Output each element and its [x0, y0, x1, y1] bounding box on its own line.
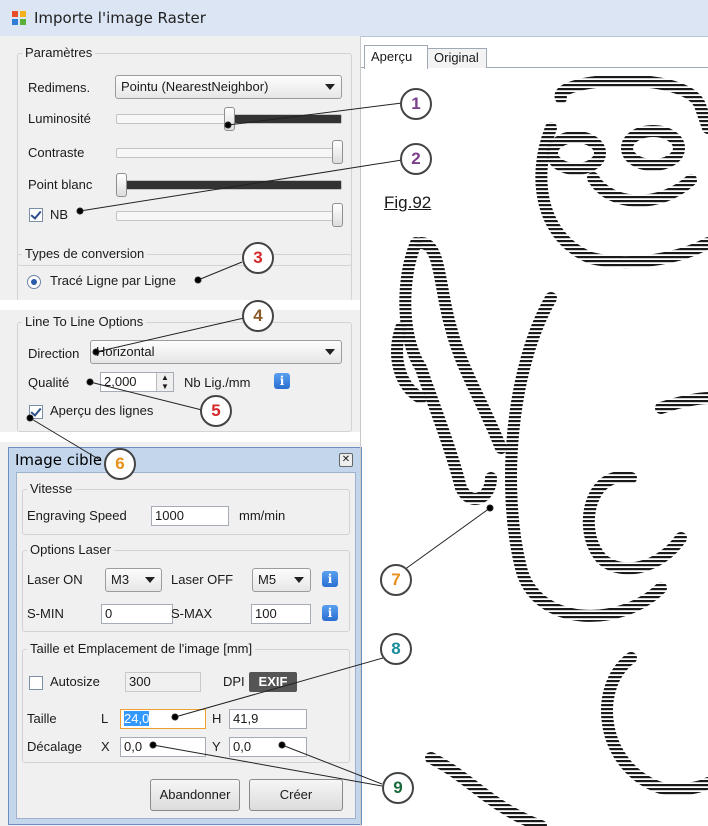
callout-1: 1	[400, 88, 432, 120]
callout-3: 3	[242, 242, 274, 274]
callout-lines	[26, 102, 494, 787]
callout-7: 7	[380, 564, 412, 596]
callout-9: 9	[382, 772, 414, 804]
callout-2: 2	[400, 143, 432, 175]
callout-8: 8	[380, 633, 412, 665]
callout-5: 5	[200, 395, 232, 427]
callout-6: 6	[104, 448, 136, 480]
callout-4: 4	[242, 300, 274, 332]
